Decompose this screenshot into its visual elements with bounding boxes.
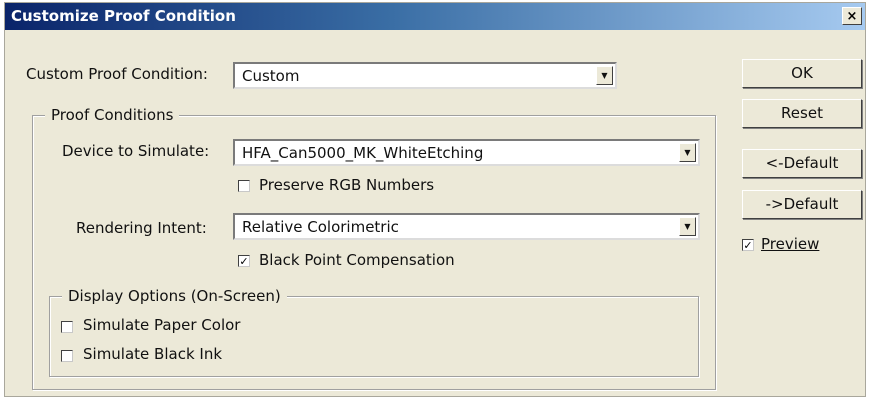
device-to-simulate-label: Device to Simulate:	[62, 142, 210, 160]
device-to-simulate-value: HFA_Can5000_MK_WhiteEtching	[242, 144, 484, 162]
preserve-rgb-label[interactable]: Preserve RGB Numbers	[259, 176, 434, 194]
custom-proof-condition-value: Custom	[242, 67, 300, 85]
preview-label[interactable]: Preview	[761, 235, 819, 253]
display-options-group: Display Options (On-Screen)	[49, 287, 699, 377]
dropdown-arrow-icon[interactable]: ▼	[679, 217, 696, 236]
close-button[interactable]: ×	[842, 7, 862, 25]
simulate-black-ink-checkbox[interactable]	[61, 350, 73, 362]
simulate-black-ink-label[interactable]: Simulate Black Ink	[83, 345, 222, 363]
device-to-simulate-select[interactable]: HFA_Can5000_MK_WhiteEtching ▼	[233, 139, 700, 166]
dialog-title: Customize Proof Condition	[11, 7, 236, 25]
dropdown-arrow-icon[interactable]: ▼	[679, 143, 696, 162]
next-default-button[interactable]: ->Default	[742, 190, 862, 219]
dialog-window: Customize Proof Condition × Custom Proof…	[4, 2, 866, 397]
rendering-intent-value: Relative Colorimetric	[242, 218, 399, 236]
custom-proof-condition-select[interactable]: Custom ▼	[233, 62, 617, 89]
preserve-rgb-checkbox[interactable]	[238, 180, 250, 192]
proof-conditions-legend: Proof Conditions	[45, 106, 180, 124]
check-icon: ✓	[743, 239, 753, 252]
simulate-paper-color-checkbox[interactable]	[61, 321, 73, 333]
custom-proof-condition-label: Custom Proof Condition:	[26, 65, 208, 83]
title-bar[interactable]: Customize Proof Condition ×	[5, 3, 865, 30]
dropdown-arrow-icon[interactable]: ▼	[596, 66, 613, 85]
black-point-checkbox[interactable]: ✓	[238, 255, 250, 267]
ok-button[interactable]: OK	[742, 59, 862, 88]
reset-button[interactable]: Reset	[742, 99, 862, 128]
black-point-label[interactable]: Black Point Compensation	[259, 251, 455, 269]
display-options-legend: Display Options (On-Screen)	[62, 287, 287, 305]
preview-checkbox[interactable]: ✓	[742, 239, 754, 251]
rendering-intent-label: Rendering Intent:	[76, 219, 207, 237]
close-icon: ×	[846, 9, 858, 24]
simulate-paper-color-label[interactable]: Simulate Paper Color	[83, 316, 240, 334]
rendering-intent-select[interactable]: Relative Colorimetric ▼	[233, 213, 700, 240]
check-icon: ✓	[239, 255, 249, 268]
prev-default-button[interactable]: <-Default	[742, 149, 862, 178]
